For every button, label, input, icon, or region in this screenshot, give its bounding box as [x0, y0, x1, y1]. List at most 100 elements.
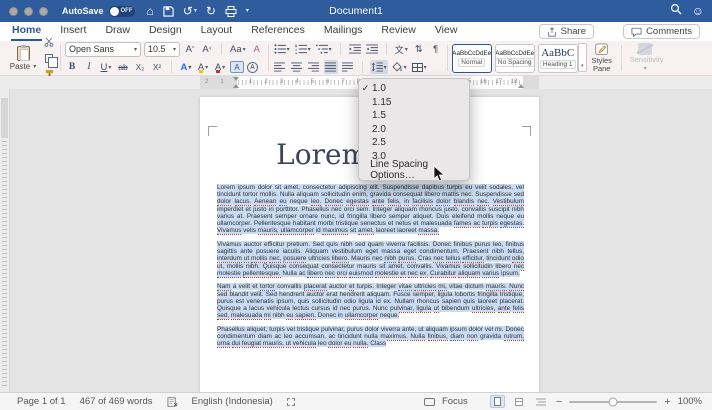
- margin-cropmark-right: [522, 126, 531, 136]
- sensitivity-icon: [637, 43, 652, 56]
- style-heading-1[interactable]: AaBbC Heading 1: [537, 43, 578, 73]
- comments-button[interactable]: Comments: [623, 24, 700, 39]
- autosave-toggle[interactable]: OFF: [108, 5, 135, 17]
- paragraph[interactable]: Vivamus auctor efficitur pretium. Sed qu…: [217, 240, 525, 278]
- web-layout-view-button[interactable]: [512, 395, 527, 408]
- undo-button[interactable]: ↺ ▾: [183, 5, 197, 17]
- align-right-button[interactable]: [307, 60, 321, 74]
- ribbon: Paste ▾ Open Sans ▾ 10.5 ▾ A ^ A ˅ Aa ▾ A: [0, 37, 712, 79]
- font-color-button[interactable]: A ▾: [213, 60, 227, 74]
- distribute-text-button[interactable]: [341, 60, 355, 74]
- menu-item-1.5[interactable]: 1.5: [359, 109, 469, 123]
- bullets-button[interactable]: ▾: [273, 42, 291, 56]
- paragraph[interactable]: Lorem ipsum dolor sit amet, consectetur …: [217, 184, 525, 236]
- borders-button[interactable]: ▾: [411, 60, 428, 74]
- menu-item-2.5[interactable]: 2.5: [359, 136, 469, 150]
- bold-button[interactable]: B: [65, 60, 79, 74]
- search-icon[interactable]: [670, 2, 682, 20]
- window-controls[interactable]: [9, 6, 48, 16]
- zoom-window-button[interactable]: [39, 6, 48, 16]
- selection-mode-icon[interactable]: [286, 397, 295, 406]
- subscript-button[interactable]: X₂: [133, 60, 147, 74]
- copy-button[interactable]: [42, 51, 58, 68]
- styles-gallery-more-button[interactable]: ▾: [577, 43, 587, 72]
- print-icon[interactable]: [225, 5, 237, 17]
- shrink-font-button[interactable]: A ˅: [200, 42, 214, 56]
- tab-references[interactable]: References: [250, 22, 306, 41]
- save-icon[interactable]: [163, 5, 174, 17]
- tab-draw[interactable]: Draw: [104, 22, 131, 41]
- redo-button[interactable]: ↻: [206, 5, 216, 17]
- styles-pane-button[interactable]: Styles Pane: [587, 43, 617, 73]
- tab-review[interactable]: Review: [380, 22, 416, 41]
- tab-insert[interactable]: Insert: [59, 22, 87, 41]
- strikethrough-button[interactable]: ab: [116, 60, 130, 74]
- menu-item-2.0[interactable]: 2.0: [359, 123, 469, 137]
- numbering-button[interactable]: ▾: [294, 42, 312, 56]
- zoom-slider-thumb[interactable]: [608, 397, 618, 406]
- menu-item-line-spacing-options-[interactable]: Line Spacing Options…: [359, 159, 469, 181]
- sort-button[interactable]: ⇅: [412, 42, 426, 56]
- change-case-button[interactable]: Aa ▾: [229, 42, 247, 56]
- print-layout-view-button[interactable]: [489, 395, 505, 408]
- line-spacing-button[interactable]: ▾: [369, 60, 388, 74]
- sensitivity-button[interactable]: Sensitivity ▾: [626, 43, 664, 73]
- superscript-button[interactable]: X²: [150, 60, 164, 74]
- decrease-indent-button[interactable]: [348, 42, 362, 56]
- page-indicator[interactable]: Page 1 of 1: [17, 396, 66, 407]
- clear-formatting-button[interactable]: A: [250, 42, 264, 56]
- word-count[interactable]: 467 of 469 words: [80, 396, 153, 407]
- show-paragraph-marks-button[interactable]: ¶: [429, 42, 443, 56]
- paragraph[interactable]: Nam a velit et tortor convallis placerat…: [217, 283, 525, 321]
- tab-mailings[interactable]: Mailings: [323, 22, 364, 41]
- zoom-level[interactable]: 100%: [678, 396, 702, 407]
- menu-item-1.15[interactable]: 1.15: [359, 96, 469, 110]
- share-button[interactable]: Share: [538, 24, 594, 39]
- vertical-ruler[interactable]: [0, 89, 10, 392]
- tab-view[interactable]: View: [434, 22, 459, 41]
- style-no-spacing[interactable]: AaBbCcDdEe No Spacing: [494, 43, 535, 73]
- font-size-select[interactable]: 10.5 ▾: [144, 41, 180, 57]
- zoom-in-button[interactable]: +: [664, 396, 670, 408]
- qat-more-icon[interactable]: ▾: [246, 5, 249, 17]
- focus-button[interactable]: Focus: [442, 396, 468, 407]
- cut-button[interactable]: [42, 35, 56, 49]
- proofing-status-icon[interactable]: [166, 396, 178, 407]
- zoom-slider[interactable]: [569, 397, 658, 406]
- style-normal[interactable]: AaBbCcDdEe Normal: [451, 43, 492, 73]
- hanging-indent-marker[interactable]: [233, 84, 239, 88]
- first-line-indent-marker[interactable]: [233, 77, 239, 81]
- align-center-button[interactable]: [290, 60, 304, 74]
- font-name-select[interactable]: Open Sans ▾: [65, 41, 141, 57]
- feedback-smiley-icon[interactable]: ☺: [692, 4, 704, 18]
- tab-layout[interactable]: Layout: [200, 22, 234, 41]
- close-window-button[interactable]: [9, 6, 18, 16]
- document-body[interactable]: Lorem ipsum dolor sit amet, consectetur …: [217, 184, 525, 349]
- character-border-button[interactable]: A: [247, 61, 258, 73]
- home-icon[interactable]: ⌂: [147, 5, 154, 17]
- asian-layout-button[interactable]: 文 ▾: [394, 42, 409, 56]
- text-effects-button[interactable]: A ▾: [179, 60, 193, 74]
- justify-button[interactable]: [323, 60, 338, 74]
- menu-item-1.0[interactable]: ✓ 1.0: [359, 82, 469, 96]
- grow-font-button[interactable]: A ^: [183, 42, 197, 56]
- right-indent-marker[interactable]: [518, 84, 524, 88]
- zoom-out-button[interactable]: −: [556, 396, 562, 408]
- align-left-button[interactable]: [273, 60, 287, 74]
- increase-indent-button[interactable]: [365, 42, 379, 56]
- tab-design[interactable]: Design: [148, 22, 183, 41]
- highlight-color-button[interactable]: A ▾: [196, 60, 210, 74]
- document-canvas[interactable]: Lorem ipsum Lorem ipsum dolor sit amet, …: [0, 89, 712, 392]
- enclose-characters-button[interactable]: A: [230, 61, 244, 73]
- shading-button[interactable]: ▾: [391, 60, 408, 74]
- outline-view-button[interactable]: [534, 395, 549, 408]
- multilevel-list-button[interactable]: ▾: [315, 42, 333, 56]
- horizontal-ruler[interactable]: 21123456789101112131415161718: [0, 76, 712, 89]
- underline-button[interactable]: U ▾: [99, 60, 113, 74]
- paragraph[interactable]: Phasellus aliquet, turpis vel tristique …: [217, 325, 524, 349]
- italic-button[interactable]: I: [82, 60, 96, 74]
- tab-home[interactable]: Home: [11, 22, 43, 41]
- language-indicator[interactable]: English (Indonesia): [192, 396, 273, 407]
- minimize-window-button[interactable]: [24, 6, 33, 16]
- paste-button[interactable]: Paste ▾: [6, 44, 40, 71]
